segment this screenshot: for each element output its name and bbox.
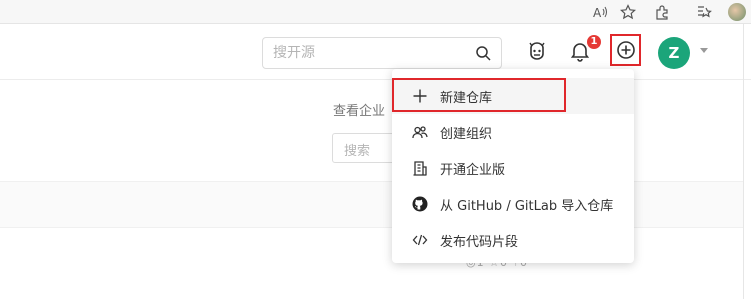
menu-item-create-org[interactable]: 创建组织 — [392, 114, 634, 150]
svg-text:A: A — [593, 6, 602, 20]
read-aloud-icon[interactable]: A — [592, 4, 608, 20]
header-search-input[interactable] — [273, 44, 463, 62]
people-icon — [412, 126, 428, 139]
header-search-box[interactable] — [262, 37, 502, 69]
menu-item-enterprise[interactable]: 开通企业版 — [392, 150, 634, 186]
menu-item-label: 发布代码片段 — [440, 235, 519, 250]
create-dropdown-menu: 新建仓库 创建组织 开通企业版 从 GitHub / GitLab 导入仓库 发… — [392, 69, 634, 263]
browser-toolbar: A — [0, 0, 751, 24]
code-icon — [412, 234, 428, 246]
gitee-mascot-icon[interactable] — [526, 40, 548, 62]
create-new-button[interactable] — [610, 34, 641, 66]
plus-circle-icon — [616, 41, 635, 59]
user-avatar[interactable]: Z — [658, 37, 690, 69]
site-header: 1 Z — [0, 24, 751, 80]
github-icon — [412, 196, 428, 212]
menu-item-label: 创建组织 — [440, 127, 493, 142]
highlight-frame — [392, 78, 566, 112]
chevron-down-icon[interactable] — [700, 48, 708, 53]
favorites-list-icon[interactable] — [696, 4, 712, 20]
extensions-icon[interactable] — [654, 4, 670, 20]
menu-item-import-repo[interactable]: 从 GitHub / GitLab 导入仓库 — [392, 186, 634, 222]
page-search-placeholder: 搜索 — [344, 144, 371, 159]
search-icon[interactable] — [475, 45, 491, 61]
page-scroll-edge — [743, 24, 751, 299]
menu-item-label: 从 GitHub / GitLab 导入仓库 — [440, 199, 614, 214]
notification-badge: 1 — [587, 35, 601, 49]
menu-item-label: 开通企业版 — [440, 163, 506, 178]
browser-profile-avatar[interactable] — [728, 3, 746, 21]
favorite-star-icon[interactable] — [620, 4, 636, 20]
enterprise-hint-text: 查看企业 — [333, 104, 386, 119]
building-icon — [413, 161, 427, 176]
menu-item-publish-snippet[interactable]: 发布代码片段 — [392, 222, 634, 258]
